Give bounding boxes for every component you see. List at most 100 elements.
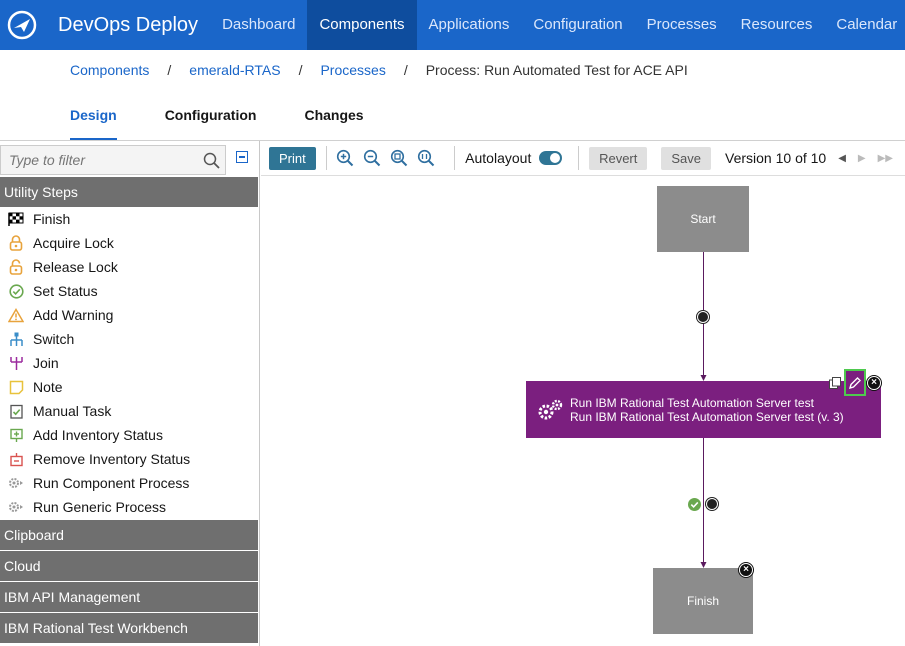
nav-applications[interactable]: Applications xyxy=(417,0,522,50)
breadcrumb-component[interactable]: emerald-RTAS xyxy=(189,62,280,78)
nav-calendar[interactable]: Calendar xyxy=(824,0,905,50)
step-label: Add Warning xyxy=(33,307,114,323)
lock-icon xyxy=(8,235,24,251)
breadcrumb-separator: / xyxy=(403,62,408,78)
step-label: Add Inventory Status xyxy=(33,427,163,443)
version-label: Version 10 of 10 xyxy=(725,150,827,166)
unlock-icon xyxy=(8,259,24,275)
tab-design[interactable]: Design xyxy=(70,100,117,140)
group-cloud[interactable]: Cloud xyxy=(0,551,258,581)
breadcrumb-components[interactable]: Components xyxy=(70,62,149,78)
filter-box xyxy=(0,145,226,175)
step-release-lock[interactable]: Release Lock xyxy=(0,255,258,279)
step-finish[interactable]: Finish xyxy=(0,207,258,231)
step-manual-task[interactable]: Manual Task xyxy=(0,399,258,423)
toolbar-separator xyxy=(325,146,327,170)
manual-task-icon xyxy=(8,403,24,419)
search-icon[interactable] xyxy=(203,152,221,175)
breadcrumb-processes[interactable]: Processes xyxy=(320,62,385,78)
step-run-generic-process[interactable]: Run Generic Process xyxy=(0,495,258,519)
step-join[interactable]: Join xyxy=(0,351,258,375)
run-generic-process-icon xyxy=(8,499,24,515)
step-name: Run IBM Rational Test Automation Server … xyxy=(570,396,814,410)
step-label: Finish xyxy=(33,211,71,227)
edit-step-icon[interactable] xyxy=(844,369,866,396)
toolbar-separator xyxy=(454,146,456,170)
step-label: Set Status xyxy=(33,283,98,299)
group-ibm-rational-test-workbench[interactable]: IBM Rational Test Workbench xyxy=(0,613,258,643)
step-palette: Utility Steps Finish Acquire Lock Releas… xyxy=(0,141,260,646)
step-label: Join xyxy=(33,355,59,371)
step-acquire-lock[interactable]: Acquire Lock xyxy=(0,231,258,255)
delete-connection-icon[interactable] xyxy=(706,498,718,510)
nav-processes[interactable]: Processes xyxy=(635,0,729,50)
switch-icon xyxy=(8,331,24,347)
step-plugin-version: Run IBM Rational Test Automation Server … xyxy=(570,410,844,424)
utility-steps-list: Finish Acquire Lock Release Lock Set Sta… xyxy=(0,207,258,519)
last-version-icon[interactable]: ▶▶ xyxy=(878,153,893,164)
autolayout-label: Autolayout xyxy=(465,150,532,166)
collapse-all-icon[interactable] xyxy=(236,151,248,163)
delete-step-icon[interactable]: × xyxy=(867,376,881,390)
copy-step-icon[interactable] xyxy=(829,376,841,389)
nav-resources[interactable]: Resources xyxy=(729,0,825,50)
zoom-out-icon[interactable] xyxy=(363,148,381,168)
step-label: Run Generic Process xyxy=(33,499,167,515)
nav-components[interactable]: Components xyxy=(307,0,417,50)
step-run-component-process[interactable]: Run Component Process xyxy=(0,471,258,495)
step-label: Release Lock xyxy=(33,259,118,275)
nav-configuration[interactable]: Configuration xyxy=(521,0,634,50)
breadcrumb-separator: / xyxy=(167,62,172,78)
delete-connection-icon[interactable] xyxy=(697,311,709,323)
toolbar-separator xyxy=(578,146,580,170)
step-add-inventory-status[interactable]: Add Inventory Status xyxy=(0,423,258,447)
group-ibm-api-management[interactable]: IBM API Management xyxy=(0,582,258,612)
devops-deploy-logo-icon[interactable] xyxy=(0,10,44,40)
step-label: Switch xyxy=(33,331,75,347)
filter-input[interactable] xyxy=(1,146,191,174)
breadcrumb-current: Process: Run Automated Test for ACE API xyxy=(425,62,688,78)
page-tabs: Design Configuration Changes xyxy=(70,100,412,140)
tab-configuration[interactable]: Configuration xyxy=(165,100,257,140)
remove-inventory-icon xyxy=(8,451,24,467)
group-clipboard[interactable]: Clipboard xyxy=(0,520,258,550)
app-brand[interactable]: DevOps Deploy xyxy=(58,14,198,37)
print-button[interactable]: Print xyxy=(269,146,316,170)
step-label: Manual Task xyxy=(33,403,112,419)
note-icon xyxy=(8,379,24,395)
breadcrumb-separator: / xyxy=(298,62,303,78)
finish-node[interactable]: Finish xyxy=(653,568,753,634)
step-switch[interactable]: Switch xyxy=(0,327,258,351)
step-label: Note xyxy=(33,379,63,395)
step-note[interactable]: Note xyxy=(0,375,258,399)
revert-button[interactable]: Revert xyxy=(589,146,648,170)
top-nav-bar: DevOps Deploy Dashboard Components Appli… xyxy=(0,0,905,50)
step-set-status[interactable]: Set Status xyxy=(0,279,258,303)
step-label: Remove Inventory Status xyxy=(33,451,191,467)
breadcrumb: Components / emerald-RTAS / Processes / … xyxy=(70,62,688,78)
delete-finish-icon[interactable]: × xyxy=(739,563,753,577)
gears-icon xyxy=(536,398,564,425)
nav-dashboard[interactable]: Dashboard xyxy=(210,0,307,50)
zoom-in-icon[interactable] xyxy=(336,148,354,168)
warning-icon xyxy=(8,307,24,323)
start-node[interactable]: Start xyxy=(657,186,749,252)
step-remove-inventory-status[interactable]: Remove Inventory Status xyxy=(0,447,258,471)
autolayout-toggle[interactable] xyxy=(539,151,563,165)
previous-version-icon[interactable]: ◀ xyxy=(838,153,846,164)
add-inventory-icon xyxy=(8,427,24,443)
zoom-actual-size-icon[interactable] xyxy=(417,148,435,168)
step-add-warning[interactable]: Add Warning xyxy=(0,303,258,327)
checkered-flag-icon xyxy=(8,211,24,227)
save-button[interactable]: Save xyxy=(661,146,712,170)
process-step-node[interactable]: Run IBM Rational Test Automation Server … xyxy=(526,381,881,438)
zoom-fit-icon[interactable] xyxy=(390,148,408,168)
success-condition-icon[interactable] xyxy=(688,498,701,511)
next-version-icon[interactable]: ▶ xyxy=(858,153,866,164)
step-label: Acquire Lock xyxy=(33,235,114,251)
run-component-process-icon xyxy=(8,475,24,491)
join-icon xyxy=(8,355,24,371)
tab-changes[interactable]: Changes xyxy=(304,100,363,140)
group-utility-steps[interactable]: Utility Steps xyxy=(0,177,258,207)
step-label: Run Component Process xyxy=(33,475,190,491)
